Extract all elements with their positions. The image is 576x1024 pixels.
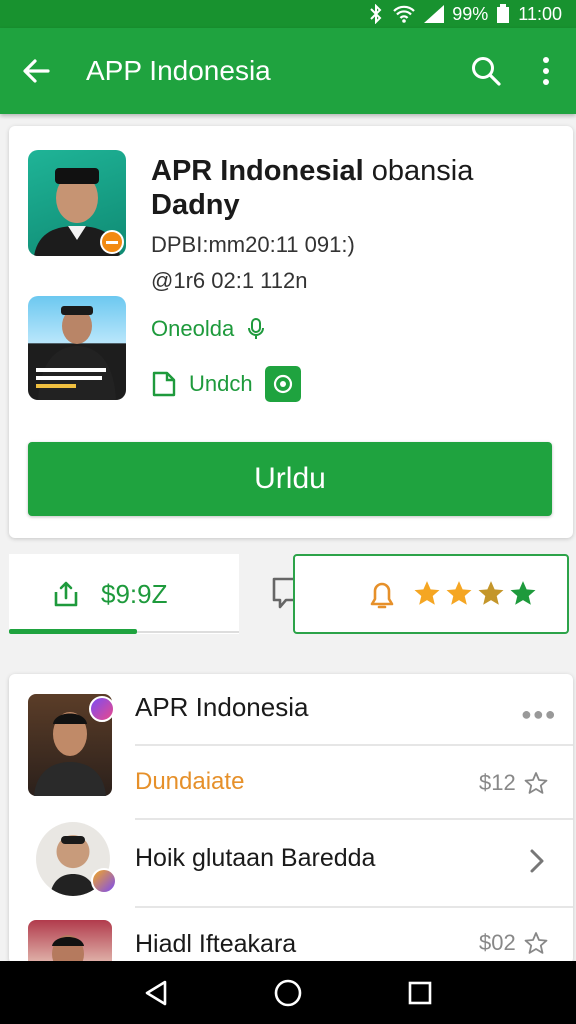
list-item-price-label: $12 [479, 770, 516, 795]
list-item-title[interactable]: APR Indonesia [135, 692, 308, 723]
mic-icon [248, 318, 265, 339]
poster-thumbnail[interactable] [28, 296, 126, 400]
bluetooth-icon [370, 4, 382, 24]
share-icon [54, 581, 78, 607]
clock: 11:00 [518, 3, 562, 24]
profile-name: APR Indonesial obansia Dadny [151, 154, 473, 222]
primary-action-button[interactable]: Urldu [28, 442, 552, 516]
search-icon [472, 57, 501, 86]
undo-row[interactable]: Undch [151, 366, 301, 402]
profile-name-main: APR Indonesial [151, 155, 364, 187]
search-button[interactable] [456, 28, 516, 114]
tab-indicator [9, 629, 137, 634]
messenger-badge-icon [89, 696, 115, 722]
back-button[interactable] [0, 28, 72, 114]
status-bar: 99% 11:00 [0, 0, 576, 28]
profile-meta-2: @1r6 02:1 112n [151, 268, 308, 293]
star-icon [510, 581, 536, 605]
star-icon [478, 581, 504, 605]
profile-avatar[interactable] [28, 150, 126, 256]
nav-recents-button[interactable] [400, 973, 440, 1013]
battery-percent: 99% [452, 3, 489, 24]
app-title: APP Indonesia [86, 55, 271, 86]
chevron-right-icon[interactable] [529, 848, 545, 879]
messenger-badge-icon [91, 868, 117, 894]
minus-badge-icon [100, 230, 124, 254]
tab-share[interactable]: $9:9Z [9, 554, 239, 634]
tab-share-value: $9:9Z [101, 578, 168, 609]
rating-stars [413, 580, 537, 608]
list-item-title[interactable]: Hiadl Ifteakara [135, 930, 296, 959]
nav-home-button[interactable] [268, 973, 308, 1013]
system-nav-bar [0, 961, 576, 1024]
nav-recents-icon [408, 981, 432, 1004]
target-icon [273, 374, 292, 394]
more-horiz-icon[interactable]: ●●● [521, 704, 557, 725]
wifi-icon [393, 5, 416, 23]
profile-name-line2: Dadny [151, 189, 240, 221]
signal-icon [424, 5, 445, 23]
more-vert-icon [543, 57, 549, 85]
online-status-label: Oneolda [151, 316, 235, 341]
list-item-price[interactable]: $12 [479, 770, 548, 796]
star-outline-icon [524, 932, 548, 954]
undo-label: Undch [189, 371, 253, 396]
tab-rating[interactable] [293, 554, 569, 634]
nav-home-icon [274, 979, 302, 1006]
bell-icon [370, 582, 394, 609]
list-item-price-label: $02 [479, 930, 516, 955]
online-status: Oneolda [151, 316, 266, 342]
list-avatar[interactable] [28, 920, 112, 964]
related-list: APR Indonesia ●●● Dundaiate $12 Hoik glu… [9, 674, 573, 964]
profile-meta-1: DPBI:mm20:11 091:) [151, 232, 355, 257]
document-icon [152, 371, 176, 397]
overflow-menu-button[interactable] [516, 28, 576, 114]
list-item-title[interactable]: Hoik glutaan Baredda [135, 844, 375, 873]
list-item-price[interactable]: $02 [479, 930, 548, 956]
star-icon [446, 581, 472, 605]
star-outline-icon [524, 772, 548, 794]
profile-card: APR Indonesial obansia Dadny DPBI:mm20:1… [9, 126, 573, 538]
tab-row: $9:9Z [9, 554, 573, 634]
location-chip[interactable] [264, 366, 301, 402]
list-item-subtitle: Dundaiate [135, 768, 245, 795]
profile-name-tail: obansia [363, 155, 474, 187]
app-bar: APP Indonesia [0, 28, 576, 114]
nav-back-button[interactable] [136, 973, 176, 1013]
battery-icon [497, 4, 510, 23]
arrow-back-icon [23, 59, 50, 83]
nav-back-icon [145, 980, 167, 1005]
star-icon [414, 581, 440, 605]
